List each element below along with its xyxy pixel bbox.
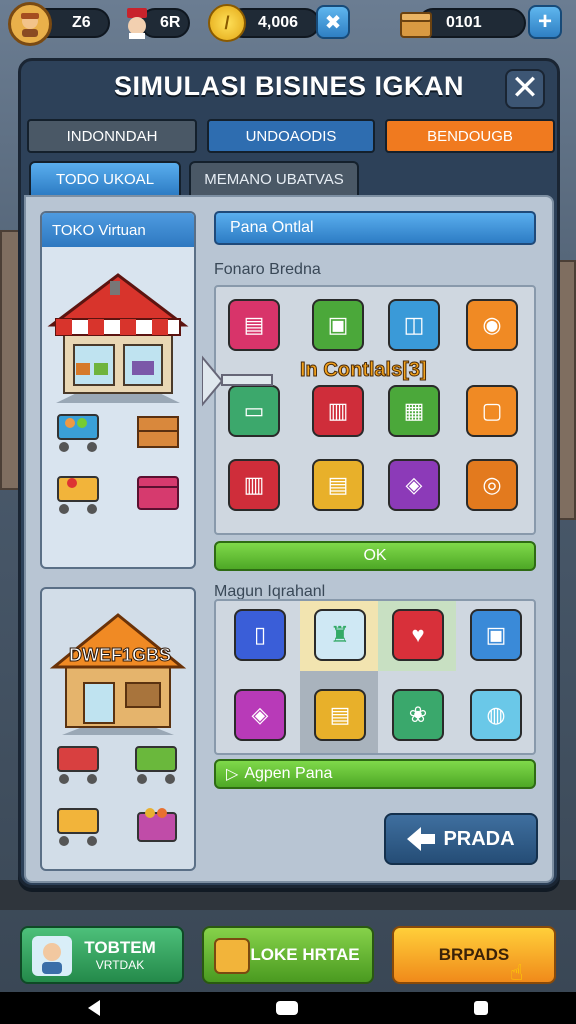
- stat2-value: 6R: [160, 14, 181, 31]
- box-icon[interactable]: ◉: [466, 299, 518, 351]
- orange-shop-card[interactable]: DWEF1GBS: [40, 587, 196, 871]
- sub-tab-manage-items[interactable]: MEMANO UBATVAS: [189, 161, 359, 195]
- cart-icon[interactable]: ▥: [312, 385, 364, 437]
- back-label: PRADA: [443, 827, 515, 850]
- books-icon[interactable]: ▤: [228, 299, 280, 351]
- nav-back-icon[interactable]: [88, 1000, 100, 1016]
- overlay-text: In Contlals[3]: [300, 359, 428, 382]
- bin-icon[interactable]: ◫: [388, 299, 440, 351]
- drink-icon[interactable]: ♜: [314, 609, 366, 661]
- business-simulation-panel: SIMULASI BISINES IGKAN ✕ INDONNDAH UNDOA…: [18, 58, 560, 888]
- bottom-button-2-label: LOKE HRTAE: [250, 945, 360, 964]
- document-box-icon[interactable]: ▤: [314, 689, 366, 741]
- cart-icon: [52, 469, 106, 522]
- panel-title: SIMULASI BISINES IGKAN: [113, 71, 465, 101]
- basket-icon: [130, 801, 184, 854]
- speaker-box-icon[interactable]: ◎: [466, 459, 518, 511]
- bag-icon[interactable]: ▣: [312, 299, 364, 351]
- tablet-icon[interactable]: ▣: [470, 609, 522, 661]
- nav-recent-icon[interactable]: [474, 1001, 488, 1015]
- box-icon: [134, 469, 182, 518]
- basket-icon[interactable]: ▤: [312, 459, 364, 511]
- manager-avatar-icon: [32, 936, 72, 976]
- section1-label: Fonaro Bredna: [214, 261, 321, 278]
- bottom-button-3-label: BRPADS: [438, 945, 510, 964]
- gift-box-icon[interactable]: ◈: [388, 459, 440, 511]
- upgrade-grid: ▯ ♜ ♥ ▣ ◈ ▤ ❀ ◍: [214, 599, 536, 755]
- close-button[interactable]: ✕: [505, 69, 545, 109]
- arrow-left-icon: [407, 827, 436, 851]
- sub-tab-virtual-shop[interactable]: TODO UKOAL: [29, 161, 181, 195]
- category-tab-3[interactable]: BENDOUGB: [385, 119, 555, 153]
- crate-icon: [396, 4, 436, 44]
- pointer-hand-icon: ☝: [510, 960, 524, 985]
- category-tab-1[interactable]: INDONNDAH: [27, 119, 197, 153]
- bottom-button-2[interactable]: LOKE HRTAE: [202, 926, 374, 984]
- section1-bar[interactable]: Pana Ontlal: [214, 211, 536, 245]
- panel-content: TOKO Virtuan DWEF1GBS Pana Ontlal Fonaro…: [24, 195, 554, 883]
- system-nav-bar: [0, 992, 576, 1024]
- cart-icon: [130, 739, 184, 792]
- phone-icon[interactable]: ▯: [234, 609, 286, 661]
- open-panel-label: Agpen Pana: [244, 765, 333, 782]
- cart-icon: [52, 407, 106, 460]
- add-crates-button[interactable]: +: [528, 5, 562, 39]
- plant-icon[interactable]: ❀: [392, 689, 444, 741]
- virtual-shop-card-title: TOKO Virtuan: [42, 213, 194, 247]
- crates-value: 0101: [446, 14, 482, 31]
- crate-icon[interactable]: ▦: [388, 385, 440, 437]
- box-icon[interactable]: ▢: [466, 385, 518, 437]
- add-coins-button[interactable]: ✖: [316, 5, 350, 39]
- heart-icon[interactable]: ♥: [392, 609, 444, 661]
- coin-icon: /: [208, 4, 246, 42]
- coins-value: 4,006: [258, 14, 299, 31]
- cart-icon: [52, 801, 106, 854]
- bottom-button-1-line1: TOBTEM: [84, 938, 156, 957]
- ok-button[interactable]: OK: [214, 541, 536, 571]
- bottom-button-1-line2: VRTDAK: [95, 958, 145, 972]
- gift-box-icon[interactable]: ◈: [234, 689, 286, 741]
- nav-home-icon[interactable]: [276, 1001, 298, 1015]
- bottom-button-3[interactable]: BRPADS ☝: [392, 926, 556, 985]
- player-avatar-icon[interactable]: [8, 2, 52, 46]
- stat1-value: Z6: [72, 14, 91, 31]
- play-icon: ▷: [226, 766, 239, 783]
- virtual-shop-card[interactable]: TOKO Virtuan: [40, 211, 196, 569]
- bottom-button-1[interactable]: TOBTEM VRTDAK: [20, 926, 184, 984]
- category-tab-2[interactable]: UNDOAODIS: [207, 119, 375, 153]
- top-hud: Z6 6R 4,006 / ✖ 0101 +: [0, 0, 576, 48]
- arrow-right-icon: [201, 349, 282, 418]
- cart-icon[interactable]: ▥: [228, 459, 280, 511]
- orange-shop-sign: DWEF1GBS: [68, 645, 171, 666]
- red-shop-illustration: [46, 253, 190, 408]
- cart-icon: [52, 739, 106, 792]
- inventory-grid: ▤ ▣ ◫ ◉ ▭ ▥ ▦ ▢ ▥ ▤ ◈ ◎ In Contlals[3]: [201, 285, 536, 535]
- chef-icon: [118, 4, 156, 42]
- orange-shop-illustration: [46, 595, 190, 750]
- crate-item-icon: [134, 407, 182, 456]
- cake-icon[interactable]: ◍: [470, 689, 522, 741]
- back-button[interactable]: PRADA: [384, 813, 538, 865]
- open-panel-bar[interactable]: ▷ Agpen Pana: [214, 759, 536, 789]
- clipboard-icon: [214, 938, 250, 974]
